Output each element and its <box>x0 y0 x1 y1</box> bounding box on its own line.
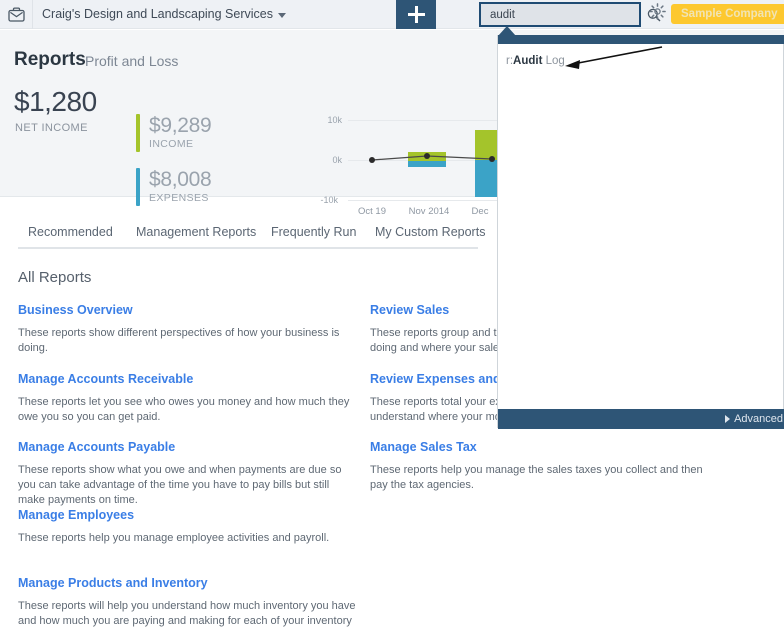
x-tick-nov: Nov 2014 <box>408 206 450 217</box>
section-desc-products-inventory: These reports will help you understand h… <box>18 600 356 627</box>
profit-loss-mini-chart[interactable]: 10k 0k -10k Oct 19 Nov 2014 Dec <box>300 110 501 220</box>
section-desc-accounts-payable: These reports show what you owe and when… <box>18 464 342 506</box>
settings-gear-button[interactable] <box>648 3 666 25</box>
section-link-business-overview[interactable]: Business Overview <box>18 303 358 317</box>
page-title: Reports <box>14 49 86 70</box>
sample-company-badge[interactable]: Sample Company <box>671 4 784 24</box>
search-results-dropdown: r:Audit Log Advanced <box>497 26 784 429</box>
briefcase-icon <box>7 6 25 22</box>
search-result-suffix: Log <box>542 55 565 67</box>
expenses-color-swatch <box>136 168 140 206</box>
section-link-products-inventory[interactable]: Manage Products and Inventory <box>18 576 358 590</box>
dropdown-pointer-arrow-icon <box>498 26 516 36</box>
data-point-dec <box>489 156 495 162</box>
kpi-income: $9,289 INCOME <box>136 114 212 152</box>
report-section-business-overview: Business Overview These reports show dif… <box>18 303 358 356</box>
kpi-expenses: $8,008 EXPENSES <box>136 168 212 206</box>
sample-company-label: Sample Company <box>681 8 778 20</box>
expenses-label: EXPENSES <box>149 192 209 204</box>
search-result-prefix: r: <box>506 55 514 67</box>
section-desc-business-overview: These reports show different perspective… <box>18 327 340 354</box>
net-income-value: $1,280 <box>14 86 97 117</box>
global-search-field[interactable] <box>479 2 661 27</box>
app-home-icon-button[interactable] <box>0 0 33 29</box>
gear-icon <box>648 3 666 25</box>
section-link-accounts-payable[interactable]: Manage Accounts Payable <box>18 440 358 454</box>
advanced-search-label: Advanced <box>734 413 783 425</box>
triangle-right-icon <box>725 415 731 423</box>
tab-management-reports[interactable]: Management Reports <box>136 225 256 246</box>
report-section-accounts-receivable: Manage Accounts Receivable These reports… <box>18 372 358 425</box>
net-income-trend-line <box>371 155 493 161</box>
expenses-value: $8,008 <box>149 168 212 191</box>
all-reports-heading: All Reports <box>18 269 92 286</box>
x-tick-dec: Dec <box>471 206 489 217</box>
section-desc-sales-tax: These reports help you manage the sales … <box>370 464 703 491</box>
search-result-match: Audit <box>513 55 543 67</box>
advanced-search-button[interactable]: Advanced <box>498 409 784 429</box>
report-section-sales-tax: Manage Sales Tax These reports help you … <box>370 440 710 493</box>
section-link-employees[interactable]: Manage Employees <box>18 508 358 522</box>
data-point-nov <box>424 153 430 159</box>
top-navigation-bar: Craig's Design and Landscaping Services <box>0 0 784 29</box>
section-link-sales-tax[interactable]: Manage Sales Tax <box>370 440 710 454</box>
section-desc-employees: These reports help you manage employee a… <box>18 532 330 544</box>
tab-underline-divider <box>18 247 478 249</box>
tab-my-custom-reports[interactable]: My Custom Reports <box>375 225 485 246</box>
income-color-swatch <box>136 114 140 152</box>
section-desc-accounts-receivable: These reports let you see who owes you m… <box>18 396 350 423</box>
section-link-accounts-receivable[interactable]: Manage Accounts Receivable <box>18 372 358 386</box>
company-switcher[interactable]: Craig's Design and Landscaping Services <box>33 7 286 21</box>
tab-recommended[interactable]: Recommended <box>28 225 113 246</box>
tab-frequently-run[interactable]: Frequently Run <box>271 225 356 246</box>
report-section-employees: Manage Employees These reports help you … <box>18 508 358 546</box>
report-section-products-inventory: Manage Products and Inventory These repo… <box>18 576 358 630</box>
income-value: $9,289 <box>149 114 212 137</box>
create-new-button[interactable] <box>396 0 436 29</box>
company-name-label: Craig's Design and Landscaping Services <box>42 7 273 21</box>
page-subtitle: Profit and Loss <box>85 53 179 69</box>
income-label: INCOME <box>149 138 194 150</box>
search-input[interactable] <box>481 8 644 21</box>
chevron-down-icon <box>278 13 286 18</box>
x-tick-oct: Oct 19 <box>358 206 386 217</box>
search-result-item-audit-log[interactable]: r:Audit Log <box>506 55 565 67</box>
plus-icon-horizontal <box>407 13 425 16</box>
net-income-label: NET INCOME <box>15 122 88 134</box>
report-section-accounts-payable: Manage Accounts Payable These reports sh… <box>18 440 358 508</box>
data-point-oct <box>369 157 375 163</box>
dropdown-top-accent-bar <box>498 26 784 44</box>
